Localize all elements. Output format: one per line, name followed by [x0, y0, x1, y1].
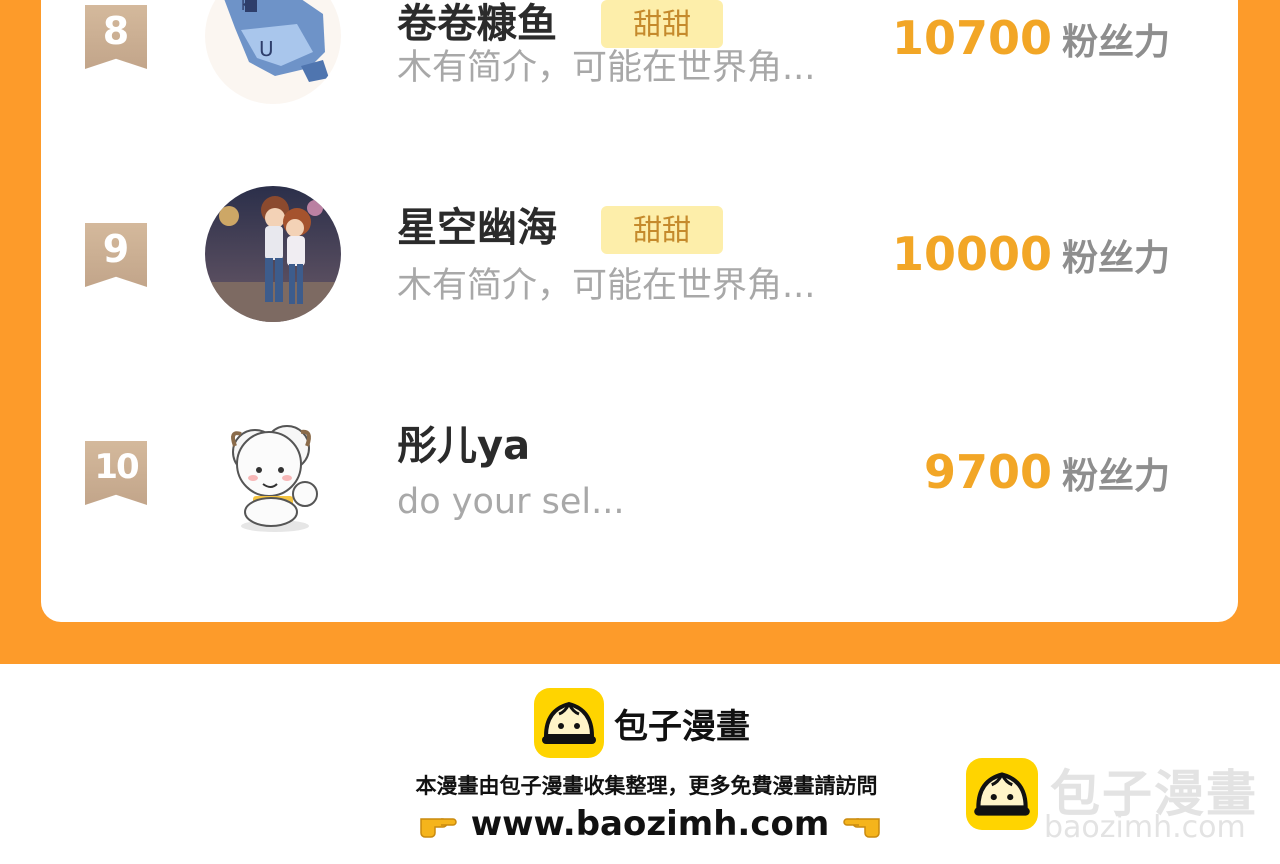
- rank-badge: 10: [85, 441, 147, 505]
- user-name[interactable]: 彤儿ya: [397, 422, 530, 470]
- score-unit: 粉丝力: [1061, 238, 1170, 279]
- user-description: 木有简介，可能在世界角...: [397, 266, 816, 306]
- fan-power-score: 10000 粉丝力: [892, 226, 1170, 293]
- sheep-avatar-icon: [205, 404, 341, 540]
- user-description: 木有简介，可能在世界角...: [397, 48, 816, 88]
- page: 8 U K 卷卷糠鱼 甜甜 木有简介，可能在世界角... 10700粉丝力 9: [0, 0, 1280, 864]
- ranking-row[interactable]: 9 星空幽海 甜甜 木有简介，可能在世界角... 10000 粉丝力: [0, 186, 1280, 336]
- rank-number: 10: [94, 447, 139, 487]
- score-value: 9700: [923, 445, 1052, 499]
- footer-url-link[interactable]: www.baozimh.com: [471, 804, 830, 844]
- pointing-hand-icon: [417, 809, 457, 839]
- ranking-row[interactable]: 10 彤儿ya do your sel... 9700 粉丝力: [0, 404, 1280, 554]
- footer-brand[interactable]: 包子漫畫: [534, 688, 750, 758]
- rank-badge: 9: [85, 223, 147, 287]
- score-value: 10700: [891, 11, 1052, 65]
- user-name[interactable]: 卷卷糠鱼: [397, 0, 557, 48]
- user-description: do your sel...: [397, 482, 625, 522]
- anime-couple-avatar-icon: [205, 186, 341, 322]
- brand-name: 包子漫畫: [614, 706, 750, 747]
- score-unit: 粉丝力: [1061, 22, 1170, 63]
- pixel-shark-avatar-icon: U K: [205, 0, 341, 104]
- svg-text:U: U: [259, 37, 274, 61]
- score-unit: 粉丝力: [1061, 456, 1170, 497]
- bun-logo-icon: [966, 758, 1038, 830]
- fan-power-score: 9700 粉丝力: [924, 444, 1170, 511]
- bun-logo-icon: [534, 688, 604, 758]
- user-avatar[interactable]: [205, 186, 341, 322]
- pointing-hand-icon: [843, 809, 883, 839]
- watermark-subtitle: baozimh.com: [1044, 810, 1246, 845]
- fan-tag: 甜甜: [601, 0, 723, 48]
- rank-number: 8: [102, 9, 130, 53]
- ranking-row[interactable]: 8 U K 卷卷糠鱼 甜甜 木有简介，可能在世界角... 10700 粉丝力: [0, 0, 1280, 118]
- svg-text:K: K: [241, 0, 251, 14]
- user-name[interactable]: 星空幽海: [397, 204, 557, 252]
- rank-number: 9: [102, 227, 130, 271]
- watermark: 包子漫畫 baozimh.com: [964, 756, 1264, 846]
- fan-power-score: 10700 粉丝力: [892, 10, 1170, 77]
- user-avatar[interactable]: [205, 404, 341, 540]
- fan-tag: 甜甜: [601, 206, 723, 254]
- user-avatar[interactable]: U K: [205, 0, 341, 104]
- rank-badge: 8: [85, 5, 147, 69]
- score-value: 10000: [891, 227, 1052, 281]
